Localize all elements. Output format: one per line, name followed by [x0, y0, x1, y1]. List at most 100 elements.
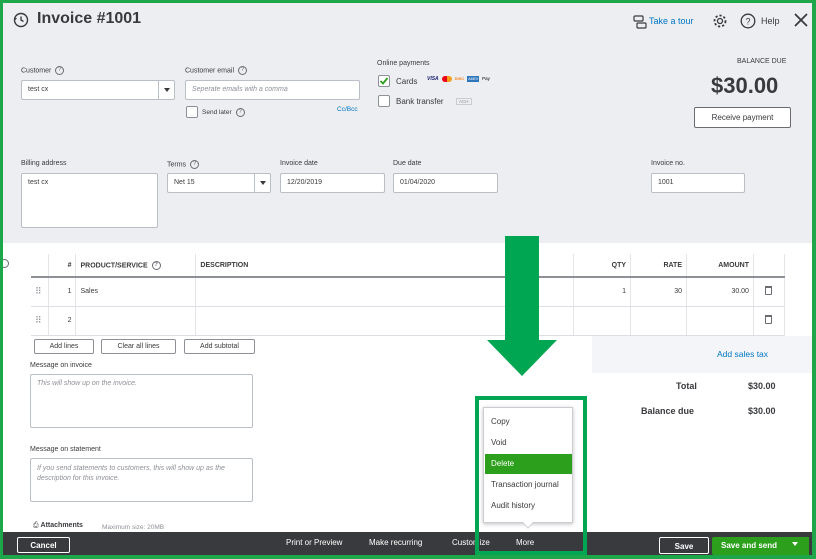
terms-select[interactable]: Net 15	[167, 173, 271, 193]
save-options-chevron-icon[interactable]	[792, 542, 798, 546]
total-label: Total	[676, 381, 697, 391]
billing-address-label: Billing address	[21, 160, 67, 167]
discover-logo: DISC	[454, 76, 465, 81]
customer-label: Customer?	[21, 66, 65, 75]
amount-cell[interactable]	[686, 306, 754, 336]
bank-transfer-checkbox[interactable]	[378, 95, 390, 107]
due-date-label: Due date	[393, 160, 422, 167]
customer-email-input[interactable]: Seperate emails with a comma	[185, 80, 360, 100]
help-icon[interactable]: ?	[740, 13, 756, 29]
add-lines-button[interactable]: Add lines	[34, 339, 94, 354]
invoice-date-input[interactable]: 12/20/2019	[280, 173, 385, 193]
rate-cell[interactable]: 30	[630, 277, 687, 307]
add-sales-tax-link[interactable]: Add sales tax	[717, 349, 768, 359]
close-icon[interactable]	[793, 12, 809, 28]
footer-bar: Cancel Print or Preview Make recurring C…	[3, 532, 812, 555]
terms-help-icon[interactable]: ?	[190, 160, 200, 169]
invoice-date-value: 12/20/2019	[287, 179, 323, 186]
ach-logo: ACH	[456, 98, 472, 105]
collapse-handle[interactable]	[3, 259, 9, 268]
product-cell[interactable]	[75, 306, 197, 336]
invoice-no-label: Invoice no.	[651, 160, 685, 167]
customer-value: test cx	[28, 86, 49, 93]
invoice-no-value: 1001	[658, 179, 674, 186]
amount-column-header: AMOUNT	[686, 254, 754, 278]
annotation-arrow	[487, 236, 557, 376]
invoice-window: Invoice #1001 Take a tour ? Help Custome…	[3, 3, 812, 555]
drag-handle-icon[interactable]: ⠿	[31, 306, 50, 336]
email-placeholder: Seperate emails with a comma	[192, 86, 288, 93]
balance-due-total-label: Balance due	[641, 406, 695, 416]
attachments-max-size: Maximum size: 20MB	[102, 524, 165, 531]
amex-logo: AMEX	[467, 76, 480, 82]
make-recurring-link[interactable]: Make recurring	[369, 538, 422, 547]
balance-due-amount: $30.00	[711, 73, 779, 98]
actions-column-header	[753, 254, 786, 278]
qty-cell[interactable]: 1	[573, 277, 632, 307]
customer-select[interactable]: test cx	[21, 80, 175, 100]
amount-cell[interactable]: 30.00	[686, 277, 754, 307]
gear-icon[interactable]	[712, 13, 728, 29]
checkmark-icon	[379, 77, 389, 85]
recent-transactions-icon[interactable]	[13, 12, 29, 28]
terms-label: Terms?	[167, 160, 200, 169]
mastercard-logo: MC	[441, 76, 452, 82]
due-date-input[interactable]: 01/04/2020	[393, 173, 498, 193]
page-title: Invoice #1001	[37, 10, 142, 27]
invoice-date-label: Invoice date	[280, 160, 318, 167]
balance-due-total-value: $30.00	[748, 406, 776, 416]
cc-bcc-link[interactable]: Cc/Bcc	[337, 106, 358, 113]
drag-handle-icon[interactable]: ⠿	[31, 277, 50, 307]
qty-column-header: QTY	[573, 254, 632, 278]
row-number: 2	[48, 306, 77, 336]
sales-tax-panel	[592, 336, 812, 373]
product-cell[interactable]: Sales	[75, 277, 197, 307]
message-statement-placeholder: If you send statements to customers, thi…	[37, 465, 225, 482]
email-help-icon[interactable]: ?	[238, 66, 248, 75]
chevron-down-icon[interactable]	[254, 174, 270, 192]
attachments-label: ⎙ Attachments	[33, 522, 83, 529]
billing-address-value: test cx	[28, 179, 49, 186]
card-logos: VISA MC DISC AMEX Pay	[427, 76, 490, 82]
qty-cell[interactable]	[573, 306, 632, 336]
save-and-send-button[interactable]: Save and send	[712, 537, 809, 555]
delete-row-icon[interactable]	[753, 306, 786, 336]
cards-checkbox[interactable]	[378, 75, 390, 87]
product-help-icon[interactable]: ?	[151, 260, 161, 270]
add-subtotal-button[interactable]: Add subtotal	[184, 339, 255, 354]
table-row[interactable]: ⠿ 1 Sales 1 30 30.00	[31, 277, 786, 307]
message-invoice-input[interactable]: This will show up on the invoice.	[30, 374, 253, 428]
drag-column-header	[31, 254, 50, 278]
row-number: 1	[48, 277, 77, 307]
customer-help-icon[interactable]: ?	[55, 66, 65, 75]
help-label[interactable]: Help	[761, 16, 780, 26]
total-value: $30.00	[748, 381, 776, 391]
send-later-checkbox[interactable]	[186, 106, 198, 118]
send-later-help-icon[interactable]: ?	[235, 108, 245, 117]
save-button[interactable]: Save	[659, 537, 709, 554]
table-header-row: # PRODUCT/SERVICE? DESCRIPTION QTY RATE …	[31, 254, 786, 278]
send-later-label: Send later?	[202, 108, 245, 117]
message-statement-input[interactable]: If you send statements to customers, thi…	[30, 458, 253, 502]
delete-row-icon[interactable]	[753, 277, 786, 307]
receive-payment-button[interactable]: Receive payment	[694, 107, 791, 128]
message-statement-label: Message on statement	[30, 446, 101, 453]
svg-text:?: ?	[745, 17, 750, 27]
rate-cell[interactable]	[630, 306, 687, 336]
table-row[interactable]: ⠿ 2	[31, 306, 786, 336]
invoice-no-input[interactable]: 1001	[651, 173, 745, 193]
terms-value: Net 15	[174, 179, 195, 186]
online-payments-label: Online payments	[377, 60, 430, 67]
cancel-button[interactable]: Cancel	[17, 537, 70, 553]
due-date-value: 01/04/2020	[400, 179, 436, 186]
balance-due-label: BALANCE DUE	[737, 58, 787, 65]
message-invoice-label: Message on invoice	[30, 362, 92, 369]
print-preview-link[interactable]: Print or Preview	[286, 538, 342, 547]
chevron-down-icon[interactable]	[158, 81, 174, 99]
clear-all-lines-button[interactable]: Clear all lines	[101, 339, 176, 354]
customer-email-label: Customer email?	[185, 66, 248, 75]
billing-address-input[interactable]: test cx	[21, 173, 158, 228]
take-tour-link[interactable]: Take a tour	[649, 16, 694, 26]
tour-icon[interactable]	[633, 15, 647, 29]
line-items-table: # PRODUCT/SERVICE? DESCRIPTION QTY RATE …	[31, 254, 786, 336]
